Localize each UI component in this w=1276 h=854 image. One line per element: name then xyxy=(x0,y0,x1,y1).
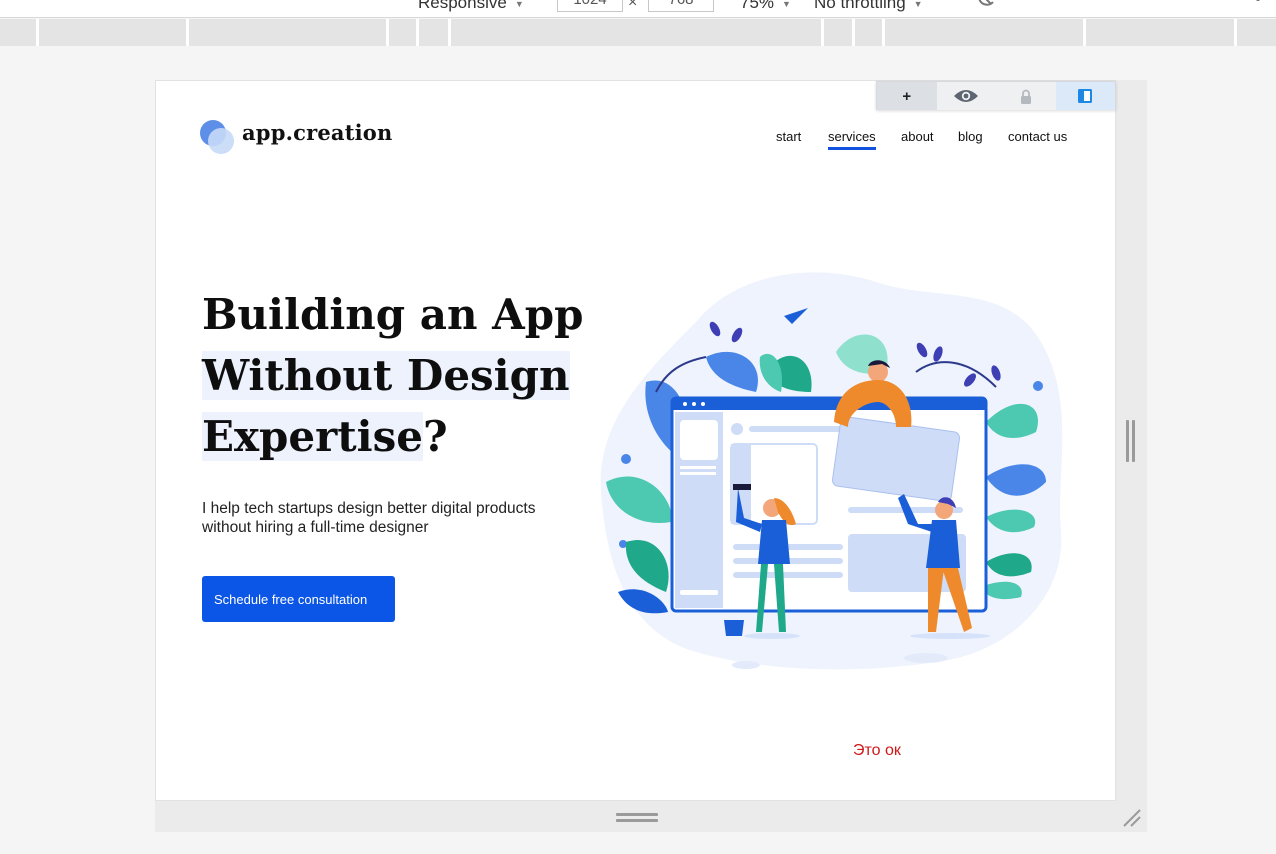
hero-title-line: Expertise xyxy=(202,412,423,461)
media-query-bar xyxy=(0,19,1276,46)
device-mode-dropdown[interactable]: Responsive ▼ xyxy=(418,0,524,13)
media-query-segment[interactable] xyxy=(189,19,389,46)
chevron-down-icon: ▼ xyxy=(514,0,524,9)
hero-subtitle: I help tech startups design better digit… xyxy=(202,500,536,536)
throttling-dropdown[interactable]: No throttling ▼ xyxy=(814,0,923,13)
resize-handle-right[interactable] xyxy=(1126,420,1136,462)
hero-illustration xyxy=(600,272,1063,670)
dimension-times-label: × xyxy=(628,0,638,11)
lock-icon xyxy=(1020,89,1031,104)
panel-icon xyxy=(1078,89,1093,103)
more-options-icon[interactable] xyxy=(1256,0,1260,1)
add-button[interactable]: + xyxy=(877,82,937,110)
rotate-icon[interactable] xyxy=(976,0,996,8)
visibility-button[interactable] xyxy=(936,82,996,110)
nav-link-blog[interactable]: blog xyxy=(958,129,983,144)
throttling-label: No throttling xyxy=(814,0,906,12)
hero-title-line: Without Design xyxy=(202,351,570,400)
media-query-segment[interactable] xyxy=(1237,19,1276,46)
nav-link-contact-us[interactable]: contact us xyxy=(1008,129,1067,144)
extension-toolbar: + xyxy=(876,81,1116,110)
lock-button[interactable] xyxy=(996,82,1056,110)
media-query-segment[interactable] xyxy=(419,19,451,46)
media-query-segment[interactable] xyxy=(389,19,419,46)
main-nav: start services about blog contact us xyxy=(0,129,1276,153)
annotation-note: Это ок xyxy=(853,742,901,759)
plus-icon: + xyxy=(902,87,912,105)
zoom-dropdown[interactable]: 75% ▼ xyxy=(740,0,791,13)
resize-corner-icon[interactable] xyxy=(1120,806,1144,830)
panel-toggle-button[interactable] xyxy=(1055,82,1115,110)
chevron-down-icon: ▼ xyxy=(782,0,791,9)
schedule-consultation-button[interactable]: Schedule free consultation xyxy=(202,576,395,622)
eye-icon xyxy=(954,90,979,102)
media-query-segment[interactable] xyxy=(0,19,39,46)
viewport-height-input[interactable]: 768 xyxy=(648,0,714,12)
resize-handle-bottom[interactable] xyxy=(616,813,658,823)
hero-title-line: Building an App xyxy=(202,290,584,339)
media-query-segment[interactable] xyxy=(1086,19,1237,46)
media-query-segment[interactable] xyxy=(885,19,1086,46)
chevron-down-icon: ▼ xyxy=(913,0,923,9)
media-query-segment[interactable] xyxy=(824,19,855,46)
zoom-label: 75% xyxy=(740,0,775,12)
devtools-device-toolbar: Responsive ▼ 1024 × 768 75% ▼ No throttlin… xyxy=(0,0,1276,18)
nav-link-about[interactable]: about xyxy=(901,129,934,144)
media-query-segment[interactable] xyxy=(855,19,885,46)
hero-title: Building an App Without Design Expertise… xyxy=(202,284,622,467)
nav-link-start[interactable]: start xyxy=(776,129,801,144)
viewport-width-input[interactable]: 1024 xyxy=(557,0,623,12)
device-mode-label: Responsive xyxy=(418,0,507,12)
nav-link-services[interactable]: services xyxy=(828,129,876,150)
media-query-segment[interactable] xyxy=(451,19,824,46)
hero-title-question-mark: ? xyxy=(423,412,448,461)
media-query-segment[interactable] xyxy=(39,19,189,46)
